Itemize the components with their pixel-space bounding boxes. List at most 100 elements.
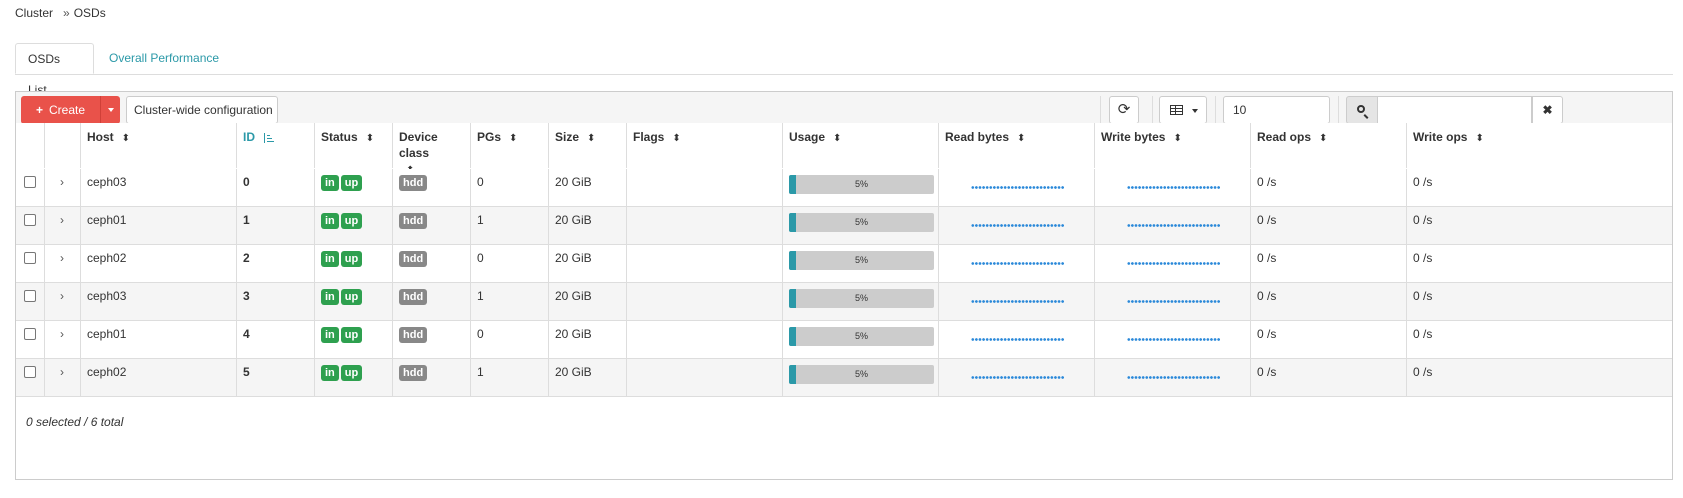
table-row[interactable]: › ceph02 5 in up hdd 1 20 GiB 5% 0 /s 0 /s [16,359,1672,397]
pgs-cell: 0 [471,245,549,282]
usage-label: 5% [854,331,868,341]
chevron-right-icon[interactable]: › [60,251,64,265]
header-expand-column [45,123,81,168]
status-badge: up [340,213,363,229]
breadcrumb-root[interactable]: Cluster [15,6,53,20]
device-class-cell: hdd [393,245,471,282]
table-row[interactable]: › ceph03 3 in up hdd 1 20 GiB 5% 0 /s 0 /s [16,283,1672,321]
row-select-cell [16,207,45,244]
columns-dropdown[interactable] [1159,96,1207,124]
host-cell: ceph01 [81,207,237,244]
row-checkbox[interactable] [24,328,36,340]
header-read-bytes[interactable]: Read bytes ⬍ [939,123,1095,168]
read-ops-cell: 0 /s [1251,169,1407,206]
table-row[interactable]: › ceph03 0 in up hdd 0 20 GiB 5% 0 /s 0 /s [16,169,1672,207]
device-class-badge: hdd [399,175,428,191]
usage-cell: 5% [783,207,939,244]
row-checkbox[interactable] [24,252,36,264]
usage-bar: 5% [789,289,934,308]
header-usage[interactable]: Usage ⬍ [783,123,939,168]
device-class-cell: hdd [393,321,471,358]
refresh-button[interactable]: ⟳ [1109,96,1139,124]
tab-overall-performance[interactable]: Overall Performance [97,43,231,74]
clear-search-button[interactable]: ✖ [1532,96,1563,124]
row-checkbox[interactable] [24,290,36,302]
sort-ascending-icon [263,132,275,143]
id-cell: 4 [237,321,315,358]
header-host[interactable]: Host ⬍ [81,123,237,168]
host-cell: ceph03 [81,283,237,320]
device-class-badge: hdd [399,327,428,343]
create-label: Create [48,103,86,117]
row-checkbox[interactable] [24,214,36,226]
search-icon [1357,105,1365,113]
chevron-right-icon[interactable]: › [60,327,64,341]
pgs-cell: 1 [471,359,549,396]
status-cell: in up [315,321,393,358]
row-checkbox[interactable] [24,366,36,378]
header-size[interactable]: Size ⬍ [549,123,627,168]
status-badge: in [321,251,339,267]
row-expand-cell: › [45,359,81,396]
status-badge: in [321,289,339,305]
chevron-right-icon[interactable]: › [60,175,64,189]
row-select-cell [16,321,45,358]
chevron-right-icon[interactable]: › [60,213,64,227]
table-row[interactable]: › ceph02 2 in up hdd 0 20 GiB 5% 0 /s 0 /s [16,245,1672,283]
header-id[interactable]: ID [237,123,315,168]
plus-icon: + [35,103,43,117]
header-write-ops[interactable]: Write ops ⬍ [1407,123,1672,168]
header-flags[interactable]: Flags ⬍ [627,123,783,168]
toolbar-divider [1338,96,1339,124]
size-cell: 20 GiB [549,169,627,206]
device-class-badge: hdd [399,213,428,229]
status-badge: in [321,327,339,343]
chevron-right-icon[interactable]: › [60,289,64,303]
write-ops-cell: 0 /s [1413,213,1433,227]
header-device-class[interactable]: Device class⬍ [393,123,471,176]
create-dropdown-toggle[interactable] [100,96,121,124]
table-row[interactable]: › ceph01 4 in up hdd 0 20 GiB 5% 0 /s 0 /s [16,321,1672,359]
read-ops-cell: 0 /s [1251,359,1407,396]
selection-summary: 0 selected / 6 total [26,415,124,429]
create-button-group: + Create [21,96,120,124]
toolbar-divider [1152,96,1153,124]
write-bytes-sparkline [1127,224,1220,227]
header-status[interactable]: Status ⬍ [315,123,393,168]
header-read-ops[interactable]: Read ops ⬍ [1251,123,1407,168]
header-pgs[interactable]: PGs ⬍ [471,123,549,168]
header-write-bytes[interactable]: Write bytes ⬍ [1095,123,1251,168]
tab-osds-list[interactable]: OSDs List [15,43,94,97]
flags-cell [627,207,783,244]
search-addon [1346,96,1378,124]
read-ops-cell: 0 /s [1251,283,1407,320]
pgs-cell: 0 [471,321,549,358]
usage-bar: 5% [789,327,934,346]
id-cell: 0 [237,169,315,206]
write-bytes-cell [1095,207,1251,244]
size-cell: 20 GiB [549,245,627,282]
search-input[interactable] [1378,96,1532,124]
id-cell: 1 [237,207,315,244]
usage-label: 5% [854,179,868,189]
breadcrumb-current: OSDs [73,6,106,20]
usage-bar: 5% [789,175,934,194]
row-checkbox[interactable] [24,176,36,188]
usage-cell: 5% [783,169,939,206]
write-bytes-sparkline [1127,186,1220,189]
chevron-right-icon[interactable]: › [60,365,64,379]
row-expand-cell: › [45,245,81,282]
device-class-cell: hdd [393,283,471,320]
write-ops-cell: 0 /s [1413,327,1433,341]
read-bytes-sparkline [971,376,1064,379]
cluster-config-dropdown[interactable]: Cluster-wide configuration [126,96,278,139]
row-select-cell [16,283,45,320]
host-cell: ceph03 [81,169,237,206]
refresh-icon: ⟳ [1117,101,1131,118]
write-bytes-cell [1095,283,1251,320]
create-button[interactable]: + Create [21,96,100,124]
page-size-input[interactable]: 10 [1223,96,1330,124]
write-ops-cell: 0 /s [1413,251,1433,265]
usage-label: 5% [854,255,868,265]
table-row[interactable]: › ceph01 1 in up hdd 1 20 GiB 5% 0 /s 0 /s [16,207,1672,245]
